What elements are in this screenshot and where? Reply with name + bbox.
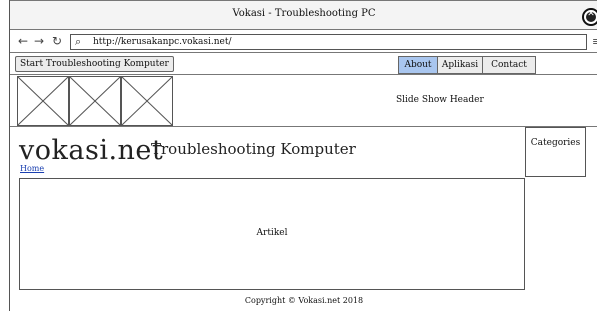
home-link[interactable]: Home <box>20 164 44 173</box>
hamburger-menu-icon[interactable]: ≡ <box>592 35 597 48</box>
title-bar: Vokasi - Troubleshooting PC ✕ <box>10 0 597 30</box>
refresh-icon[interactable]: ↻ <box>52 34 62 48</box>
categories-panel: Categories <box>525 127 586 177</box>
window-title: Vokasi - Troubleshooting PC <box>232 8 376 19</box>
site-title: vokasi.net <box>19 135 164 166</box>
navigation-bar: ← → ↻ ⌕ http://kerusakanpc.vokasi.net/ ≡ <box>10 31 597 53</box>
categories-label: Categories <box>530 138 581 148</box>
slideshow-label: Slide Show Header <box>396 95 484 105</box>
arrow-right-icon[interactable]: → <box>34 34 44 48</box>
tab-contact[interactable]: Contact <box>482 56 536 74</box>
image-placeholder <box>121 76 173 126</box>
site-toolbar: Start Troubleshooting Komputer About Apl… <box>10 53 597 75</box>
footer-copyright: Copyright © Vokasi.net 2018 <box>244 296 364 305</box>
article-label: Artikel <box>256 228 288 238</box>
start-troubleshooting-button[interactable]: Start Troubleshooting Komputer <box>15 56 174 72</box>
address-bar[interactable]: ⌕ http://kerusakanpc.vokasi.net/ <box>70 34 587 50</box>
close-icon[interactable]: ✕ <box>582 8 597 26</box>
tab-about[interactable]: About <box>398 56 438 74</box>
site-subtitle: Troubleshooting Komputer <box>151 140 356 158</box>
address-url[interactable]: http://kerusakanpc.vokasi.net/ <box>93 37 231 47</box>
tab-aplikasi[interactable]: Aplikasi <box>437 56 483 74</box>
slideshow-header: Slide Show Header <box>10 75 597 127</box>
search-icon: ⌕ <box>75 35 82 48</box>
browser-window: Vokasi - Troubleshooting PC ✕ ← → ↻ ⌕ ht… <box>9 0 597 311</box>
image-placeholder <box>17 76 69 126</box>
arrow-left-icon[interactable]: ← <box>18 34 28 48</box>
article-panel: Artikel <box>19 178 525 290</box>
image-placeholder <box>69 76 121 126</box>
